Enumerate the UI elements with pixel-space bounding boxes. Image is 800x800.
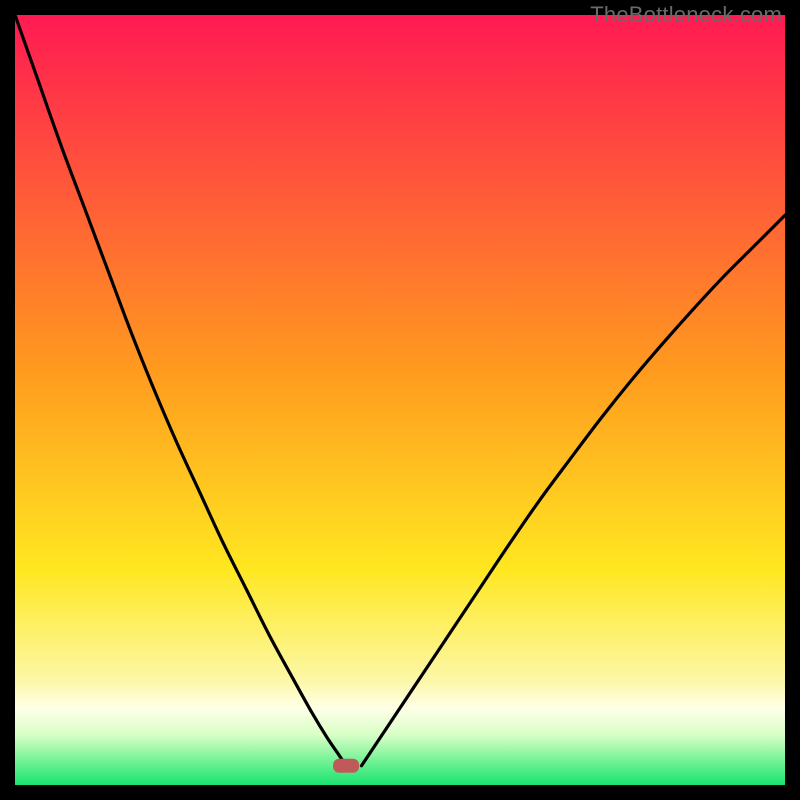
- chart-frame: [15, 15, 785, 785]
- optimal-marker: [333, 759, 359, 773]
- gradient-background: [15, 15, 785, 785]
- watermark-text: TheBottleneck.com: [590, 2, 782, 28]
- bottleneck-chart: [15, 15, 785, 785]
